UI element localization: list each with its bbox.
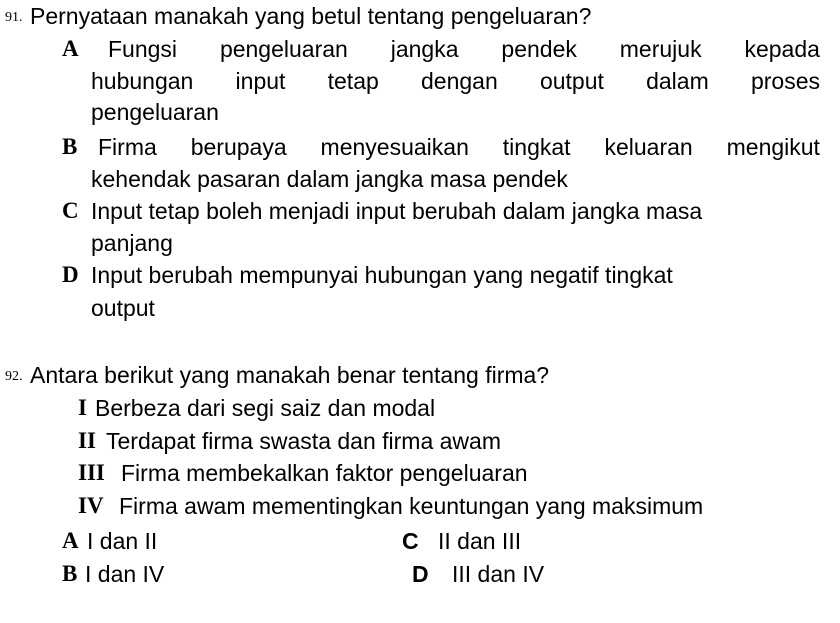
- statement-text: Terdapat firma swasta dan firma awam: [106, 428, 501, 454]
- option-letter: D: [62, 262, 79, 287]
- option-letter: A: [62, 36, 79, 61]
- word: dalam: [646, 68, 709, 94]
- word: kepada: [744, 36, 820, 62]
- option-text-line: output: [91, 295, 155, 321]
- option-letter: B: [62, 561, 78, 586]
- word: merujuk: [619, 36, 702, 62]
- option-text: III dan IV: [452, 561, 545, 587]
- question-text: Antara berikut yang manakah benar tentan…: [30, 362, 550, 388]
- statement-text: Firma membekalkan faktor pengeluaran: [121, 460, 528, 486]
- word: input: [235, 68, 286, 94]
- option-text-line: Firma berupaya menyesuaikan tingkat keluaran…: [98, 134, 820, 161]
- option-text-line: pengeluaran: [91, 99, 219, 125]
- statement-roman: I: [78, 395, 87, 420]
- option-letter: D: [412, 561, 429, 587]
- option-text-line: kehendak pasaran dalam jangka masa pende…: [91, 166, 568, 192]
- option-text: I dan IV: [85, 561, 165, 587]
- option-text: I dan II: [87, 528, 158, 554]
- word: berupaya: [190, 134, 287, 160]
- word: jangka: [390, 36, 459, 62]
- question-number: 91.: [5, 10, 23, 25]
- statement-text: Berbeza dari segi saiz dan modal: [95, 395, 436, 421]
- option-text-line: Fungsi pengeluaran jangka pendek merujuk kepa…: [108, 36, 820, 63]
- option-text-line: hubungan input tetap dengan output dalam prose…: [91, 68, 820, 95]
- word: menyesuaikan: [320, 134, 469, 160]
- statement-roman: II: [78, 428, 96, 453]
- word: hubungan: [91, 68, 194, 94]
- option-letter: A: [62, 528, 79, 553]
- word: output: [539, 68, 604, 94]
- word: pendek: [501, 36, 577, 62]
- statement-roman: IV: [78, 493, 104, 518]
- word: pengeluaran: [219, 36, 348, 62]
- word: proses: [750, 68, 820, 94]
- question-text: Pernyataan manakah yang betul tentang pe…: [30, 3, 592, 29]
- question-number: 92.: [5, 369, 23, 384]
- statement-roman: III: [78, 460, 105, 485]
- word: tetap: [327, 68, 379, 94]
- word: Firma: [98, 134, 157, 160]
- option-text: II dan III: [438, 528, 522, 554]
- option-text-line: Input tetap boleh menjadi input berubah …: [91, 198, 703, 224]
- option-letter: C: [62, 198, 79, 223]
- option-letter: B: [62, 134, 78, 159]
- word: mengikut: [726, 134, 820, 160]
- statement-text: Firma awam mementingkan keuntungan yang …: [119, 493, 704, 519]
- option-text-line: Input berubah mempunyai hubungan yang ne…: [91, 262, 673, 288]
- word: Fungsi: [108, 36, 178, 62]
- word: tingkat: [502, 134, 571, 160]
- word: dengan: [420, 68, 498, 94]
- option-letter: C: [402, 528, 419, 554]
- word: keluaran: [604, 134, 693, 160]
- option-text-line: panjang: [91, 230, 173, 256]
